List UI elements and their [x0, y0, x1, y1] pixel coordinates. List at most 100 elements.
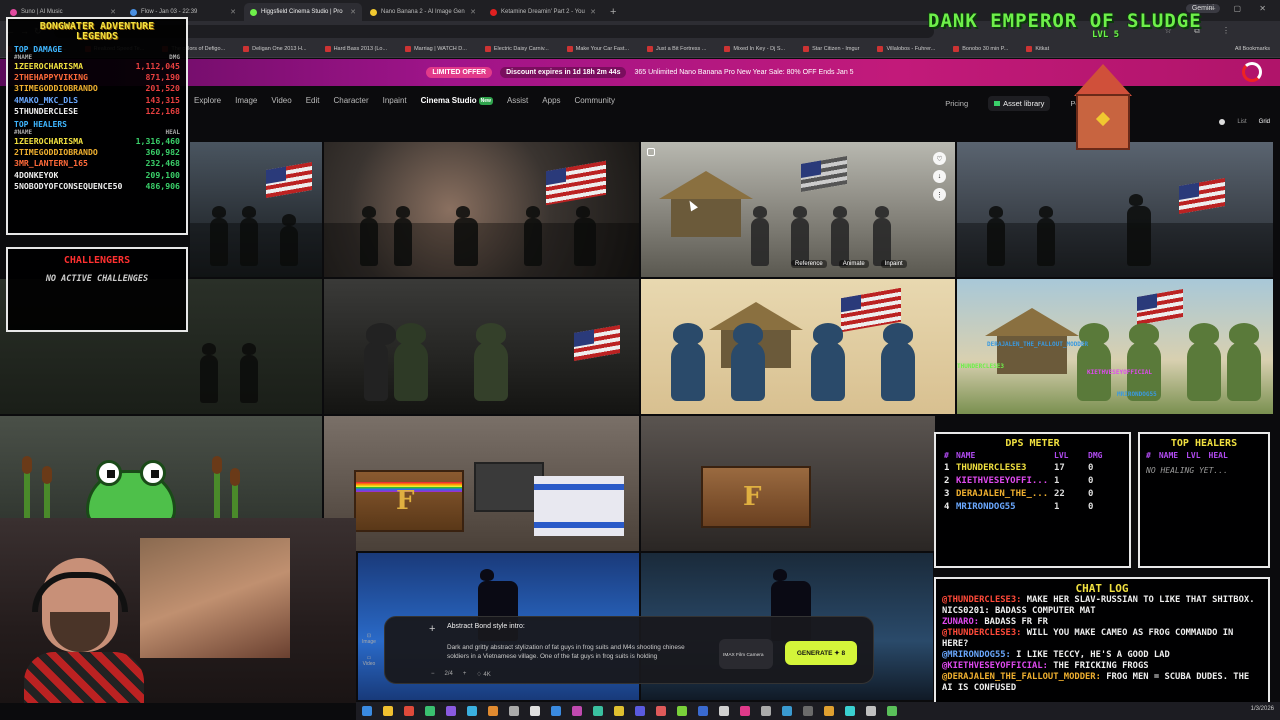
gallery-image[interactable] [324, 142, 639, 277]
all-bookmarks-link[interactable]: All Bookmarks [1235, 46, 1270, 52]
taskbar-app-icon[interactable] [845, 706, 855, 716]
grid-view-button[interactable]: Grid [1259, 119, 1270, 125]
nav-item-character[interactable]: Character [333, 96, 368, 105]
taskbar-app-icon[interactable] [488, 706, 498, 716]
gallery-image[interactable] [641, 279, 955, 414]
taskbar-app-icon[interactable] [614, 706, 624, 716]
browser-tab[interactable]: Nano Banana 2 - AI Image Gen ✕ [364, 3, 482, 21]
taskbar-app-icon[interactable] [425, 706, 435, 716]
name-header: #NAME [14, 129, 33, 137]
gallery-image[interactable] [190, 142, 322, 277]
minus-icon[interactable]: − [431, 671, 435, 678]
bookmark-item[interactable]: Make Your Car Fast... [566, 46, 629, 52]
video-mode-button[interactable]: ▭ Video [359, 655, 379, 667]
nav-item-community[interactable]: Community [575, 96, 615, 105]
download-icon[interactable]: ↓ [933, 170, 946, 183]
close-tab-icon[interactable]: ✕ [470, 8, 476, 16]
animate-button[interactable]: Animate [838, 260, 869, 268]
gallery-image[interactable]: Reference Animate Inpaint ♡ ↓ ⋮ [641, 142, 955, 277]
close-tab-icon[interactable]: ✕ [350, 8, 356, 16]
taskbar-app-icon[interactable] [887, 706, 897, 716]
window-controls[interactable]: — ▢ ✕ [1207, 4, 1274, 13]
toggle-dot-icon[interactable] [1219, 119, 1226, 125]
taskbar-app-icon[interactable] [530, 706, 540, 716]
close-tab-icon[interactable]: ✕ [590, 8, 596, 16]
bookmark-item[interactable]: Deligan One 2013 H... [243, 46, 307, 52]
browser-tab[interactable]: Higgsfield Cinema Studio | Pro ✕ [244, 3, 362, 21]
gallery-image[interactable]: F [641, 416, 935, 551]
prompt-input[interactable]: Dark and gritty abstract stylization of … [447, 643, 705, 663]
gallery-image[interactable] [957, 142, 1273, 277]
nav-item-cinema-studio[interactable]: Cinema Studio New [421, 96, 493, 105]
nav-item-inpaint[interactable]: Inpaint [383, 96, 407, 105]
camera-selector[interactable]: IMAX Film Camera [719, 639, 773, 669]
bookmark-item[interactable]: Electric Daisy Carniv... [484, 46, 549, 52]
taskbar-app-icon[interactable] [467, 706, 477, 716]
taskbar-app-icon[interactable] [803, 706, 813, 716]
player-name: 4DONKEYOK [14, 170, 58, 181]
bookmark-item[interactable]: Just a Bit Fortress ... [646, 46, 706, 52]
bookmark-item[interactable]: Mixed In Key - Dj S... [724, 46, 785, 52]
nav-item-assist[interactable]: Assist [507, 96, 528, 105]
pricing-link[interactable]: Pricing [945, 99, 968, 108]
close-tab-icon[interactable]: ✕ [110, 8, 116, 16]
heart-icon[interactable]: ♡ [933, 152, 946, 165]
taskbar-app-icon[interactable] [761, 706, 771, 716]
image-mode-button[interactable]: ⊡ Image [359, 633, 379, 645]
add-reference-icon[interactable]: + [429, 623, 435, 635]
inpaint-button[interactable]: Inpaint [880, 260, 907, 268]
nav-item-edit[interactable]: Edit [306, 96, 320, 105]
generate-button[interactable]: GENERATE ✦ 8 [785, 641, 857, 665]
score-value: 486,906 [145, 180, 180, 191]
asset-library-button[interactable]: Asset library [988, 96, 1051, 111]
damage-list: 1ZEEROCHARISMA 1,112,045 2THEHAPPYVIKING 87… [14, 61, 180, 117]
bookmark-item[interactable]: Star Citizen - Imgur [803, 46, 859, 52]
bookmark-label: Electric Daisy Carniv... [493, 46, 549, 52]
browser-tab[interactable]: Ketamine Dreamin' Part 2 - You ✕ [484, 3, 602, 21]
quality-selector[interactable]: ♢ 4K [476, 671, 490, 678]
dps-name: KIETHVESEYOFFI... [956, 476, 1049, 486]
taskbar-app-icon[interactable] [677, 706, 687, 716]
nav-item-explore[interactable]: Explore [194, 96, 221, 105]
dps-list: 1 THUNDERCLESE3 17 0 2 KIETHVESEYOFFI... 1 0 3 DE… [944, 462, 1121, 514]
bookmark-item[interactable]: Marriag | WATCH D... [405, 46, 467, 52]
nav-item-video[interactable]: Video [271, 96, 291, 105]
list-view-button[interactable]: List [1237, 119, 1246, 125]
taskbar-app-icon[interactable] [362, 706, 372, 716]
new-tab-icon[interactable]: + [610, 6, 616, 18]
nav-item-image[interactable]: Image [235, 96, 257, 105]
leaderboard-row: 5THUNDERCLESE 122,168 [14, 106, 180, 117]
taskbar-app-icon[interactable] [698, 706, 708, 716]
taskbar-app-icon[interactable] [383, 706, 393, 716]
taskbar-app-icon[interactable] [446, 706, 456, 716]
taskbar-app-icon[interactable] [824, 706, 834, 716]
bookmark-item[interactable]: Bonobo 30 min P... [953, 46, 1008, 52]
taskbar-app-icon[interactable] [404, 706, 414, 716]
close-tab-icon[interactable]: ✕ [230, 8, 236, 16]
bookmark-item[interactable]: Kitkat [1026, 46, 1049, 52]
gallery-image[interactable] [324, 279, 639, 414]
more-icon[interactable]: ⋮ [933, 188, 946, 201]
dps-dmg: 0 [1088, 502, 1094, 512]
bookmark-item[interactable]: Hard Bass 2013 (Lo... [324, 46, 387, 52]
taskbar-app-icon[interactable] [719, 706, 729, 716]
taskbar-app-icon[interactable] [656, 706, 666, 716]
prompt-title[interactable]: Abstract Bond style intro: [447, 623, 525, 630]
taskbar-app-icon[interactable] [572, 706, 582, 716]
taskbar-app-icon[interactable] [782, 706, 792, 716]
chat-text: BADASS COMPUTER MAT [994, 606, 1096, 616]
gallery-image[interactable]: DERAJALEN_THE_FALLOUT_MODDER THUNDERCLES… [957, 279, 1273, 414]
select-checkbox[interactable] [647, 148, 655, 156]
reference-button[interactable]: Reference [791, 260, 827, 268]
taskbar-app-icon[interactable] [635, 706, 645, 716]
player-name-text: THUNDERCLESE [18, 105, 79, 116]
taskbar-app-icon[interactable] [593, 706, 603, 716]
bookmark-item[interactable]: Villalobos - Fuhrer... [877, 46, 935, 52]
taskbar-app-icon[interactable] [866, 706, 876, 716]
plus-icon[interactable]: + [463, 671, 467, 678]
taskbar-app-icon[interactable] [551, 706, 561, 716]
taskbar-app-icon[interactable] [509, 706, 519, 716]
gallery-image[interactable]: F [324, 416, 639, 551]
taskbar-app-icon[interactable] [740, 706, 750, 716]
nav-item-apps[interactable]: Apps [542, 96, 560, 105]
